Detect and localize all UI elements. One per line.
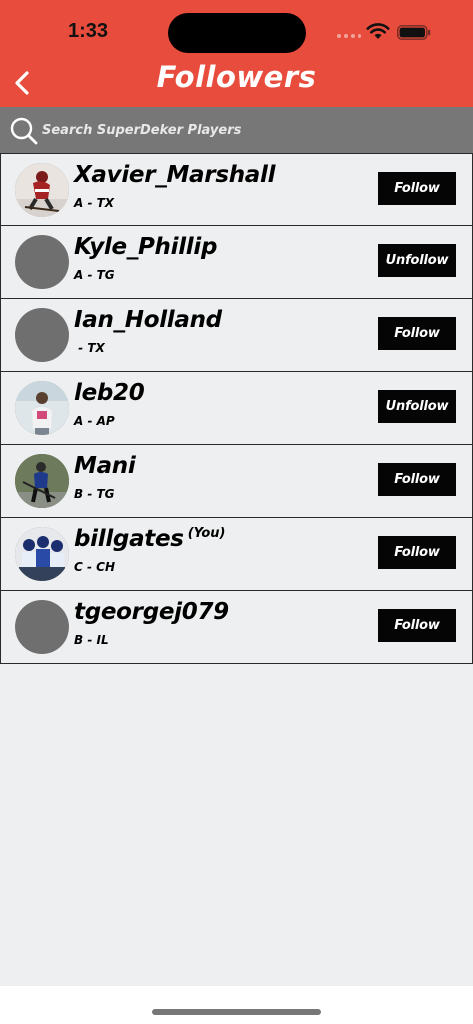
search-bar <box>0 107 473 153</box>
follow-button[interactable]: Follow <box>378 463 456 496</box>
user-meta: B - IL <box>74 633 109 647</box>
dynamic-island <box>168 13 306 53</box>
avatar[interactable] <box>15 381 69 435</box>
person-photo-icon <box>15 381 69 435</box>
username[interactable]: Ian_Holland <box>74 307 222 333</box>
unfollow-button[interactable]: Unfollow <box>378 390 456 423</box>
follow-button[interactable]: Follow <box>378 317 456 350</box>
username[interactable]: Mani <box>74 453 136 479</box>
username-text[interactable]: billgates <box>74 526 184 552</box>
user-meta: B - TG <box>74 487 115 501</box>
list-item[interactable]: billgates (You) C - CH Follow <box>0 518 473 591</box>
follow-button[interactable]: Follow <box>378 609 456 642</box>
avatar[interactable] <box>15 527 69 581</box>
cellular-signal-icon <box>337 31 361 39</box>
avatar[interactable] <box>15 454 69 508</box>
username[interactable]: billgates (You) <box>74 526 226 552</box>
team-photo-icon <box>15 527 69 581</box>
you-tag: (You) <box>187 526 226 542</box>
username[interactable]: tgeorgej079 <box>74 599 229 625</box>
avatar[interactable] <box>15 235 69 289</box>
hockey-player-photo-icon <box>15 454 69 508</box>
username[interactable]: leb20 <box>74 380 145 406</box>
hockey-player-photo-icon <box>15 163 69 217</box>
unfollow-button[interactable]: Unfollow <box>378 244 456 277</box>
followers-list: Xavier_Marshall A - TX Follow Kyle_Phill… <box>0 153 473 664</box>
avatar[interactable] <box>15 308 69 362</box>
user-meta: - TX <box>74 341 105 355</box>
search-icon <box>10 117 38 145</box>
user-meta: A - TX <box>74 196 115 210</box>
search-input[interactable] <box>42 115 462 145</box>
user-meta: A - AP <box>74 414 115 428</box>
wifi-icon <box>366 23 390 39</box>
status-time: 1:33 <box>68 20 109 42</box>
home-indicator[interactable] <box>152 1009 321 1015</box>
username[interactable]: Kyle_Phillip <box>74 234 217 260</box>
bottom-safe-area <box>0 986 473 1024</box>
list-item[interactable]: Xavier_Marshall A - TX Follow <box>0 153 473 226</box>
list-item[interactable]: Mani B - TG Follow <box>0 445 473 518</box>
user-meta: C - CH <box>74 560 115 574</box>
user-meta: A - TG <box>74 268 115 282</box>
follow-button[interactable]: Follow <box>378 172 456 205</box>
list-item[interactable]: Ian_Holland - TX Follow <box>0 299 473 372</box>
avatar[interactable] <box>15 163 69 217</box>
list-item[interactable]: tgeorgej079 B - IL Follow <box>0 591 473 664</box>
battery-icon <box>397 25 431 40</box>
follow-button[interactable]: Follow <box>378 536 456 569</box>
page-title: Followers <box>156 60 317 94</box>
username[interactable]: Xavier_Marshall <box>74 162 275 188</box>
avatar[interactable] <box>15 600 69 654</box>
list-item[interactable]: leb20 A - AP Unfollow <box>0 372 473 445</box>
list-item[interactable]: Kyle_Phillip A - TG Unfollow <box>0 226 473 299</box>
